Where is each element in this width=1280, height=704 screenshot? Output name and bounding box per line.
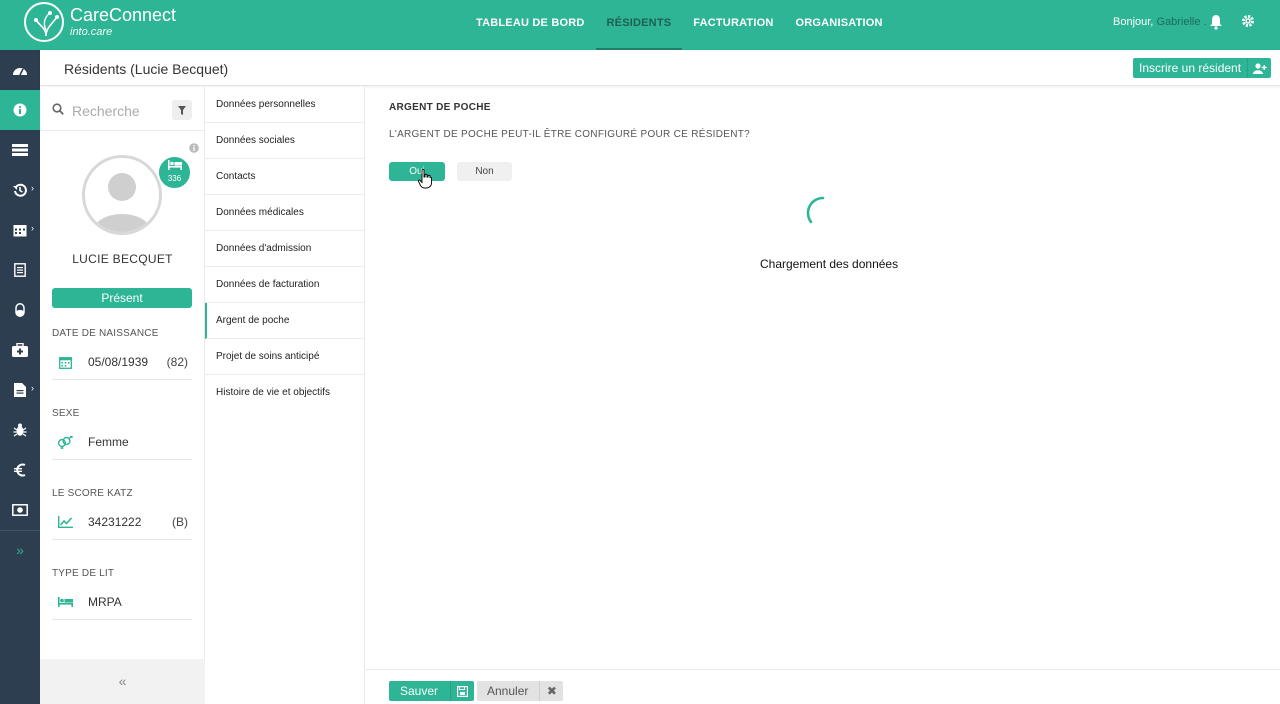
section-pocket-money[interactable]: Argent de poche xyxy=(205,303,365,339)
floppy-icon xyxy=(450,681,474,701)
save-label: Sauver xyxy=(400,684,439,698)
sex-row: Femme xyxy=(52,425,192,460)
submenu-chevron: › xyxy=(31,223,34,233)
submenu-chevron: › xyxy=(31,183,34,193)
sex-value: Femme xyxy=(88,435,129,449)
status-badge: Présent xyxy=(52,288,192,308)
collapse-panel-button[interactable]: « xyxy=(40,659,205,704)
submenu-chevron: › xyxy=(31,383,34,393)
nav-dashboard[interactable]: TABLEAU DE BORD xyxy=(465,0,596,50)
configure-question: L'ARGENT DE POCHE PEUT-IL ÊTRE CONFIGURÉ… xyxy=(389,129,751,140)
add-user-icon xyxy=(1247,58,1271,78)
app-name: CareConnect xyxy=(70,5,177,25)
loading-spinner xyxy=(806,196,840,235)
app-logo[interactable]: CareConnect into.care xyxy=(24,2,176,42)
enroll-label: Inscrire un résident xyxy=(1139,61,1242,75)
calendar-icon xyxy=(52,356,78,369)
line-chart-icon xyxy=(52,516,78,528)
no-button[interactable]: Non xyxy=(457,162,512,181)
icon-rail: › › › » xyxy=(0,50,40,704)
hand-cursor-icon xyxy=(417,168,432,194)
section-life-story[interactable]: Histoire de vie et objectifs xyxy=(205,375,365,411)
age-value: (82) xyxy=(166,355,188,369)
user-name: Gabrielle . xyxy=(1156,16,1207,28)
resident-sections-nav: Données personnelles Données sociales Co… xyxy=(205,87,365,704)
resident-profile-panel: Recherche 336 LUCIE BECQUET Présent DATE… xyxy=(40,87,205,704)
dashboard-icon[interactable] xyxy=(0,50,40,90)
sex-label: SEXE xyxy=(52,408,80,419)
katz-row: 34231222 (B) xyxy=(52,505,192,540)
katz-score-value: 34231222 xyxy=(88,515,142,529)
yes-button[interactable]: Oui xyxy=(389,162,445,181)
close-icon: ✖ xyxy=(539,681,563,701)
bed-type-label: TYPE DE LIT xyxy=(52,568,115,579)
main-nav: TABLEAU DE BORD RÉSIDENTS FACTURATION OR… xyxy=(465,0,894,50)
form-footer: Sauver Annuler ✖ xyxy=(366,669,1280,704)
birth-date-label: DATE DE NAISSANCE xyxy=(52,328,159,339)
section-personal-data[interactable]: Données personnelles xyxy=(205,87,365,123)
app-subtitle: into.care xyxy=(70,26,113,38)
user-greeting[interactable]: Bonjour, Gabrielle . xyxy=(1113,16,1207,28)
notes-icon[interactable] xyxy=(0,250,40,290)
gear-icon[interactable] xyxy=(1241,14,1255,33)
gender-icon xyxy=(52,435,78,449)
expand-rail-button[interactable]: » xyxy=(0,530,40,570)
top-bar: CareConnect into.care TABLEAU DE BORD RÉ… xyxy=(0,0,1280,50)
history-icon[interactable]: › xyxy=(0,170,40,210)
filter-icon xyxy=(178,105,186,115)
bed-icon xyxy=(167,160,182,170)
nav-organisation[interactable]: ORGANISATION xyxy=(785,0,894,50)
list-icon[interactable] xyxy=(0,130,40,170)
bell-icon[interactable] xyxy=(1209,14,1223,35)
loading-text: Chargement des données xyxy=(760,257,899,271)
bug-icon[interactable] xyxy=(0,410,40,450)
cancel-label: Annuler xyxy=(487,684,529,698)
save-button[interactable]: Sauver xyxy=(389,681,475,701)
greeting-text: Bonjour, xyxy=(1113,16,1154,28)
cancel-button[interactable]: Annuler ✖ xyxy=(477,681,564,701)
page-title: Résidents (Lucie Becquet) xyxy=(64,61,229,77)
euro-icon[interactable] xyxy=(0,450,40,490)
section-billing-data[interactable]: Données de facturation xyxy=(205,267,365,303)
info-icon[interactable] xyxy=(0,90,40,130)
katz-class-value: (B) xyxy=(172,515,188,529)
section-title: ARGENT DE POCHE xyxy=(389,102,491,113)
bed-icon xyxy=(52,597,78,607)
section-medical-data[interactable]: Données médicales xyxy=(205,195,365,231)
avatar xyxy=(82,155,162,235)
room-badge: 336 xyxy=(157,155,192,190)
info-icon[interactable] xyxy=(189,140,199,158)
filter-button[interactable] xyxy=(172,100,192,120)
section-social-data[interactable]: Données sociales xyxy=(205,123,365,159)
calendar-icon[interactable]: › xyxy=(0,210,40,250)
katz-label: LE SCORE KATZ xyxy=(52,488,133,499)
resident-name: LUCIE BECQUET xyxy=(72,252,173,266)
search-icon xyxy=(52,102,64,120)
page-header: Résidents (Lucie Becquet) Inscrire un ré… xyxy=(40,50,1280,86)
birth-date-row: 05/08/1939 (82) xyxy=(52,345,192,380)
room-number: 336 xyxy=(167,174,182,183)
medkit-icon[interactable] xyxy=(0,330,40,370)
section-advance-care-plan[interactable]: Projet de soins anticipé xyxy=(205,339,365,375)
enroll-resident-button[interactable]: Inscrire un résident xyxy=(1133,58,1272,78)
bed-type-value: MRPA xyxy=(88,595,122,609)
logo-icon xyxy=(24,2,64,42)
pill-icon[interactable] xyxy=(0,290,40,330)
document-icon[interactable]: › xyxy=(0,370,40,410)
section-admission-data[interactable]: Données d'admission xyxy=(205,231,365,267)
search-divider xyxy=(40,130,205,131)
section-contacts[interactable]: Contacts xyxy=(205,159,365,195)
pocket-money-content: ARGENT DE POCHE L'ARGENT DE POCHE PEUT-I… xyxy=(366,87,1280,704)
bed-type-row: MRPA xyxy=(52,585,192,620)
birth-date-value: 05/08/1939 xyxy=(88,355,149,369)
nav-billing[interactable]: FACTURATION xyxy=(682,0,784,50)
search-input[interactable]: Recherche xyxy=(72,103,140,119)
money-icon[interactable] xyxy=(0,490,40,530)
nav-residents[interactable]: RÉSIDENTS xyxy=(595,0,683,50)
